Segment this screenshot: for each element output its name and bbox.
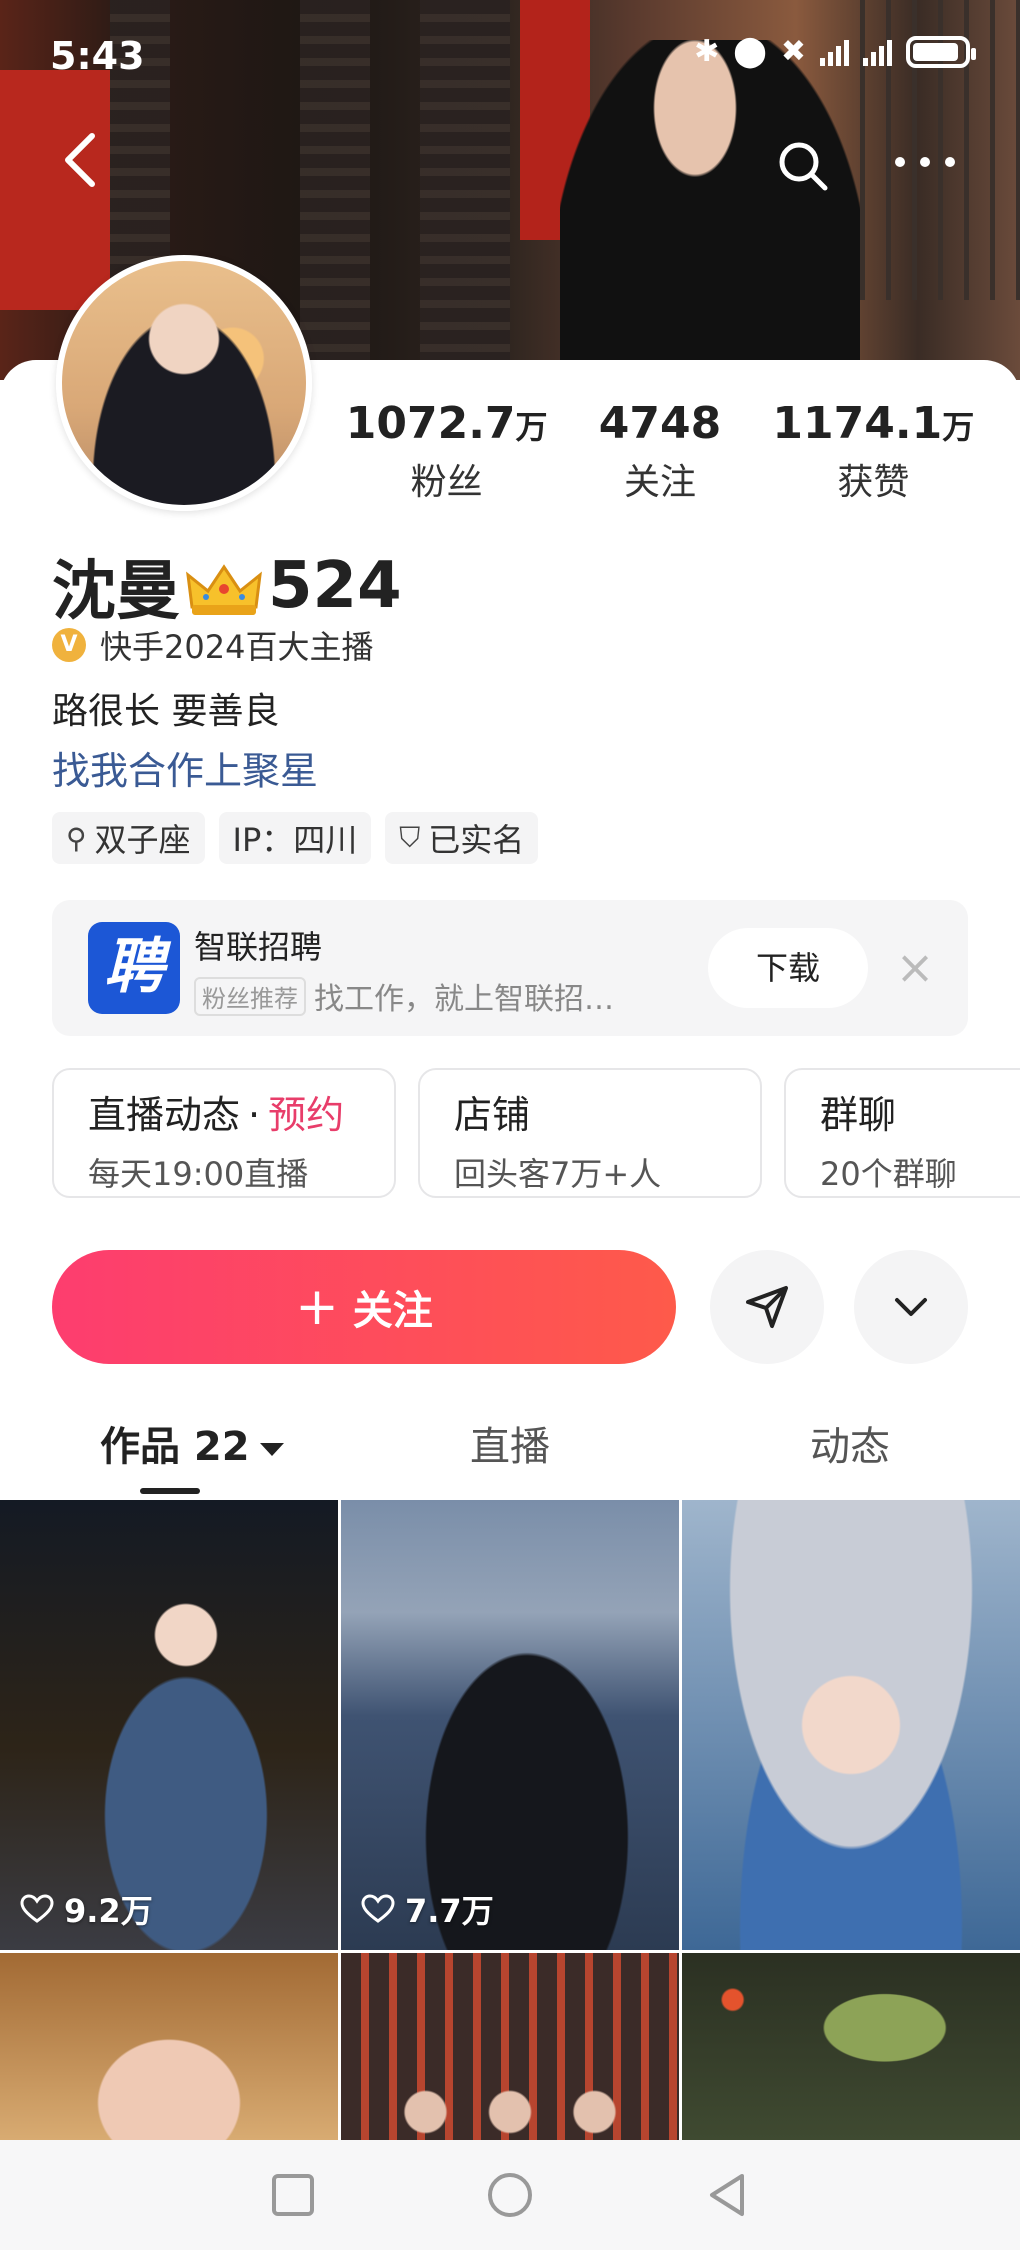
signal-icon-2 xyxy=(863,38,892,66)
recent-apps-button[interactable] xyxy=(268,2170,318,2220)
ad-badge: 粉丝推荐 xyxy=(194,976,306,1016)
more-options-button[interactable] xyxy=(890,140,960,190)
expand-button[interactable] xyxy=(854,1250,968,1364)
close-icon[interactable]: × xyxy=(890,942,940,992)
ad-download-button[interactable]: 下载 xyxy=(708,928,868,1008)
home-button[interactable] xyxy=(485,2170,535,2220)
verified-badge-icon: V xyxy=(52,628,86,662)
video-thumbnail[interactable] xyxy=(682,1500,1020,1950)
profile-bio: 路很长 要善良 xyxy=(52,691,280,732)
video-thumbnail[interactable]: 7.7万 xyxy=(341,1500,679,1950)
bluetooth-icon: ✱ xyxy=(694,34,720,69)
square-icon xyxy=(272,2174,314,2216)
plus-icon: + xyxy=(295,1277,339,1337)
group-chat-card[interactable]: 群聊 20个群聊 xyxy=(784,1068,1020,1198)
verified-label[interactable]: V 快手2024百大主播 xyxy=(52,622,373,668)
profile-name: 沈曼 524 xyxy=(52,549,402,629)
ad-title: 智联招聘 xyxy=(194,928,323,966)
zhaopin-logo: 聘 xyxy=(88,922,180,1014)
avatar[interactable] xyxy=(56,255,312,511)
heart-icon xyxy=(20,1894,54,1923)
stat-followers[interactable]: 1072.7万 粉丝 xyxy=(340,398,553,505)
system-back-button[interactable] xyxy=(702,2170,752,2220)
content-tabs: 作品 22 直播 动态 xyxy=(0,1400,1020,1496)
profile-stats: 1072.7万 粉丝 4748 关注 1174.1万 获赞 xyxy=(340,398,980,505)
ad-subtitle: 找工作，就上智联招… xyxy=(314,982,614,1017)
video-thumbnail[interactable] xyxy=(682,1953,1020,2140)
mute-icon: ✖ xyxy=(780,34,806,69)
system-navigation-bar xyxy=(0,2140,1020,2250)
video-grid: 9.2万 7.7万 xyxy=(0,1500,1020,2140)
tab-live[interactable]: 直播 xyxy=(470,1414,550,1472)
paper-plane-icon xyxy=(746,1286,788,1328)
reserve-link[interactable]: 预约 xyxy=(268,1093,344,1137)
stat-following[interactable]: 4748 关注 xyxy=(553,398,766,505)
heart-icon xyxy=(361,1894,395,1923)
tag-ip-location[interactable]: IP：四川 xyxy=(218,812,372,864)
video-thumbnail[interactable] xyxy=(341,1953,679,2140)
caret-down-icon xyxy=(259,1442,284,1456)
tab-indicator xyxy=(140,1488,200,1494)
like-count: 7.7万 xyxy=(405,1892,494,1930)
recommended-app-ad[interactable]: 聘 智联招聘 粉丝推荐 找工作，就上智联招… 下载 × xyxy=(52,900,968,1036)
quick-cards: 直播动态 · 预约 每天19:00直播 店铺 回头客7万+人 群聊 20个群聊 xyxy=(52,1068,1020,1198)
tag-zodiac[interactable]: ⚲ 双子座 xyxy=(52,812,205,864)
crown-icon xyxy=(186,559,262,615)
zodiac-icon: ⚲ xyxy=(66,821,87,855)
chevron-left-icon xyxy=(65,133,95,187)
back-button[interactable] xyxy=(60,130,110,190)
status-bar: 5:43 ✱ ⬤ ✖ xyxy=(0,0,1020,120)
tag-real-name[interactable]: ⛉ 已实名 xyxy=(385,812,539,864)
ellipsis-icon xyxy=(895,157,955,167)
status-time: 5:43 xyxy=(50,34,145,78)
signal-icon xyxy=(820,38,849,66)
search-button[interactable] xyxy=(775,138,831,194)
shop-card[interactable]: 店铺 回头客7万+人 xyxy=(418,1068,762,1198)
shield-check-icon: ⛉ xyxy=(399,821,421,854)
circle-icon xyxy=(488,2173,532,2217)
search-icon xyxy=(779,142,828,191)
stat-likes[interactable]: 1174.1万 获赞 xyxy=(767,398,980,505)
live-schedule-card[interactable]: 直播动态 · 预约 每天19:00直播 xyxy=(52,1068,396,1198)
like-count: 9.2万 xyxy=(64,1892,153,1930)
triangle-back-icon xyxy=(710,2174,744,2216)
chevron-down-icon xyxy=(895,1298,927,1316)
profile-tags: ⚲ 双子座 IP：四川 ⛉ 已实名 xyxy=(52,812,539,864)
cooperation-link[interactable]: 找我合作上聚星 xyxy=(52,740,318,795)
battery-icon xyxy=(906,35,976,68)
follow-button[interactable]: + 关注 xyxy=(52,1250,676,1364)
video-thumbnail[interactable] xyxy=(0,1953,338,2140)
tab-moments[interactable]: 动态 xyxy=(810,1414,890,1472)
tab-works[interactable]: 作品 22 xyxy=(100,1414,284,1472)
video-thumbnail[interactable]: 9.2万 xyxy=(0,1500,338,1950)
location-icon: ⬤ xyxy=(733,34,767,69)
send-message-button[interactable] xyxy=(710,1250,824,1364)
